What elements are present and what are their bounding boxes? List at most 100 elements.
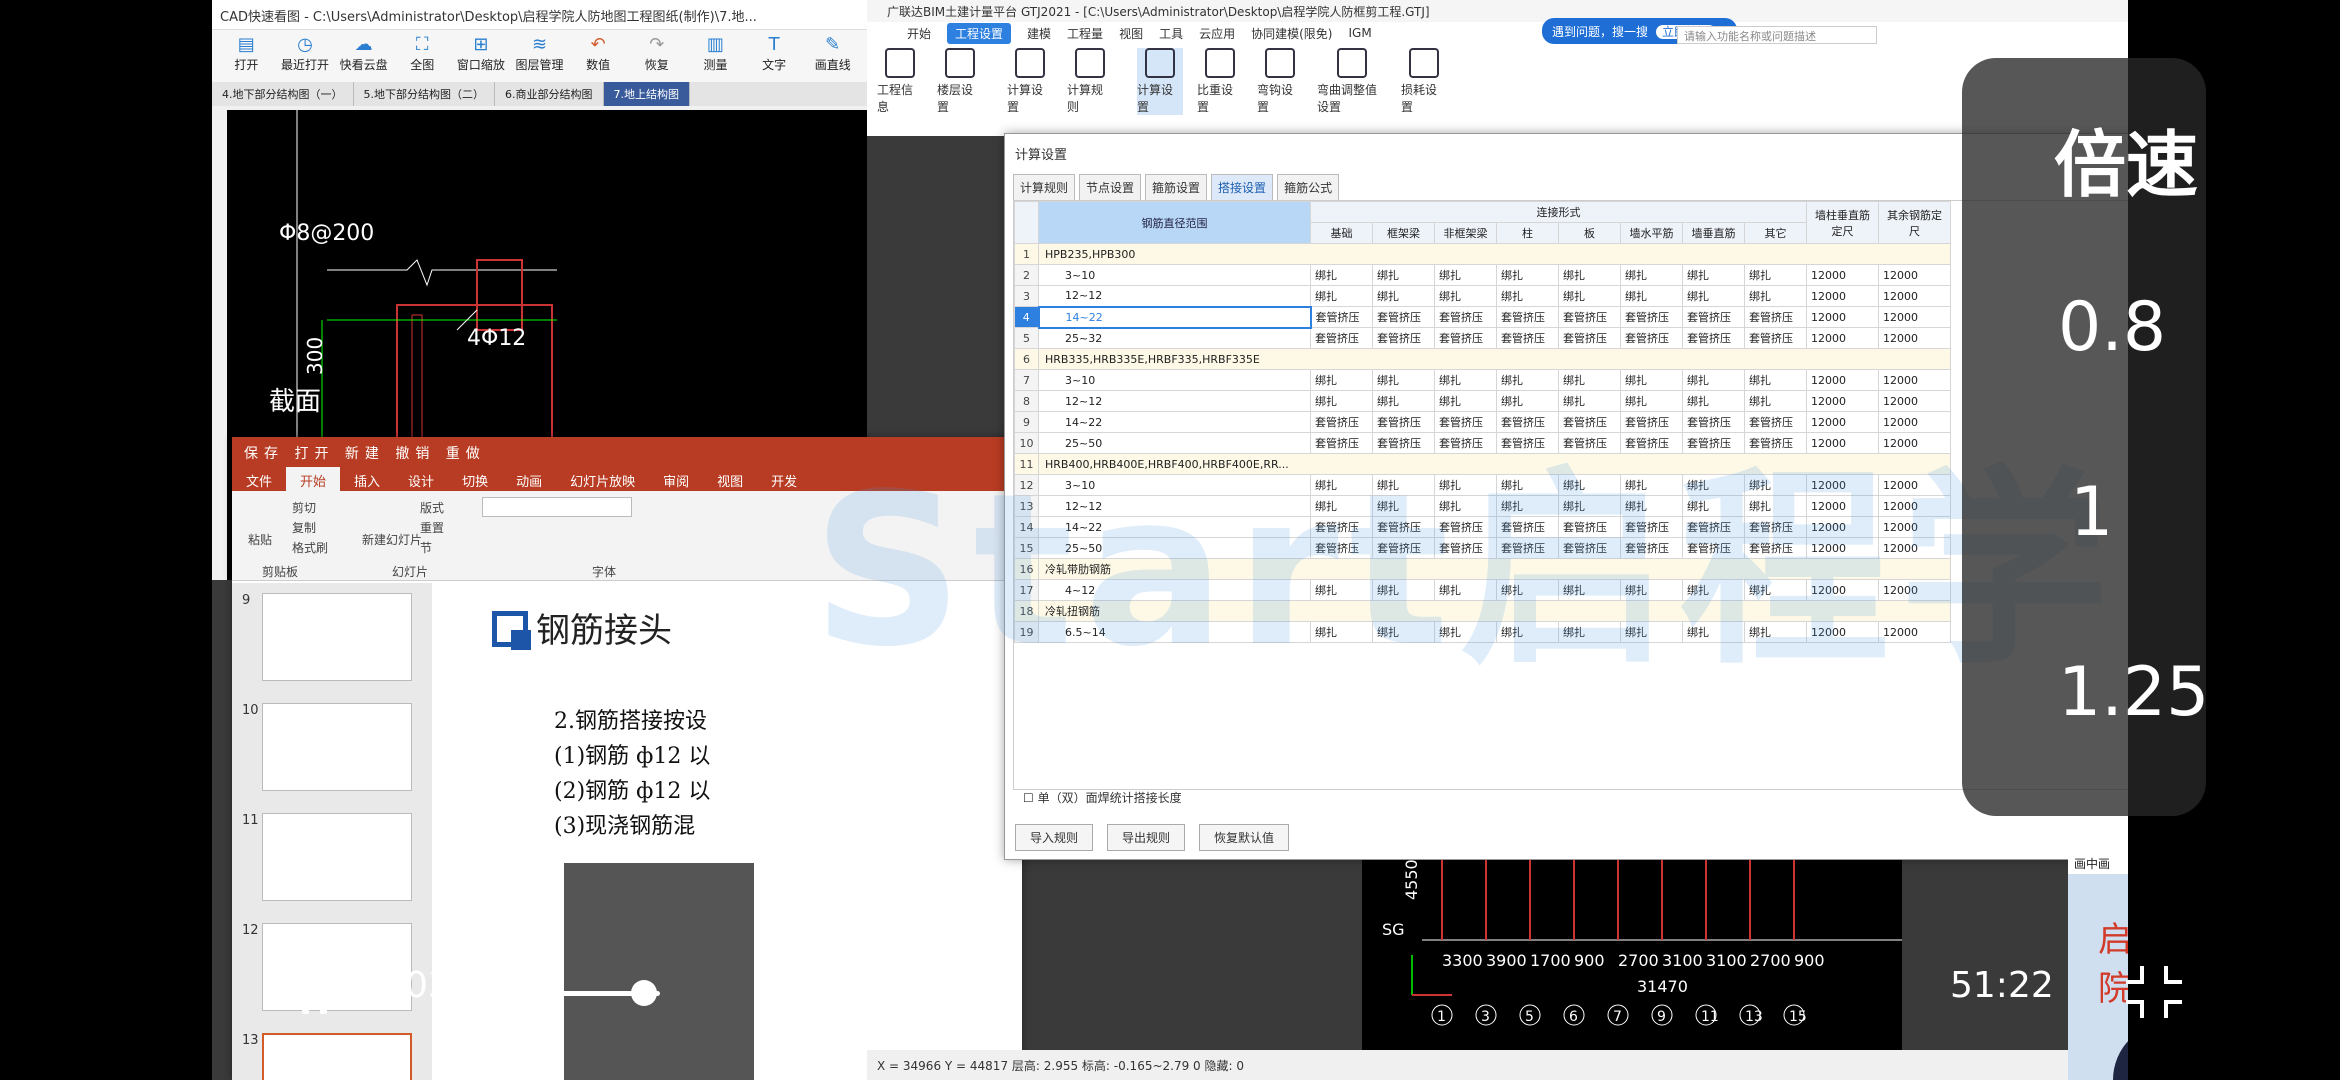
range-cell[interactable]: 3~10	[1038, 264, 1311, 286]
connection-cell[interactable]: 套管挤压	[1434, 411, 1497, 433]
length-cell[interactable]: 12000	[1806, 411, 1879, 433]
length-cell[interactable]: 12000	[1878, 390, 1951, 412]
length-cell[interactable]: 12000	[1806, 495, 1879, 517]
range-cell[interactable]: 12~12	[1038, 390, 1311, 412]
length-cell[interactable]: 12000	[1878, 306, 1951, 328]
bend-adjust-button[interactable]: 弯曲调整值设置	[1317, 48, 1387, 115]
menu-igm[interactable]: IGM	[1348, 26, 1371, 40]
connection-cell[interactable]: 套管挤压	[1310, 432, 1373, 454]
font-select[interactable]	[482, 497, 632, 517]
table-row[interactable]: 8 12~12 绑扎 绑扎 绑扎 绑扎 绑扎 绑扎 绑扎 绑扎 12000 12000	[1014, 390, 1951, 412]
connection-cell[interactable]: 绑扎	[1744, 474, 1807, 496]
table-group-row[interactable]: 16 冷轧带肋钢筋	[1014, 558, 1951, 580]
connection-cell[interactable]: 套管挤压	[1682, 537, 1745, 559]
export-button[interactable]: 导出规则	[1107, 824, 1186, 851]
hook-button[interactable]: 弯钩设置	[1257, 48, 1303, 115]
connection-cell[interactable]: 绑扎	[1744, 285, 1807, 307]
range-cell[interactable]: 25~32	[1038, 327, 1311, 349]
menu-collab[interactable]: 协同建模(限免)	[1251, 25, 1332, 42]
connection-cell[interactable]: 套管挤压	[1558, 306, 1621, 328]
connection-cell[interactable]: 套管挤压	[1496, 432, 1559, 454]
range-cell[interactable]: HRB335,HRB335E,HRBF335,HRBF335E	[1038, 348, 1951, 370]
calc-rules-button[interactable]: 计算规则	[1067, 48, 1113, 115]
section-button[interactable]: 节	[420, 539, 432, 556]
connection-cell[interactable]: 绑扎	[1620, 474, 1683, 496]
range-cell[interactable]: 12~12	[1038, 495, 1311, 517]
undo-button[interactable]: ↶ 数值	[572, 34, 625, 78]
search-input[interactable]: 请输入功能名称或问题描述	[1677, 26, 1877, 44]
connection-cell[interactable]: 绑扎	[1496, 390, 1559, 412]
table-row[interactable]: 4 14~22 套管挤压 套管挤压 套管挤压 套管挤压 套管挤压 套管挤压 套管挤压 套管挤压 12…	[1014, 305, 1951, 329]
connection-cell[interactable]: 绑扎	[1558, 390, 1621, 412]
range-cell[interactable]: 25~50	[1038, 432, 1311, 454]
connection-cell[interactable]: 绑扎	[1620, 579, 1683, 601]
range-cell[interactable]: 12~12	[1038, 285, 1311, 307]
connection-cell[interactable]: 套管挤压	[1620, 327, 1683, 349]
import-button[interactable]: 导入规则	[1015, 824, 1094, 851]
connection-cell[interactable]: 绑扎	[1558, 474, 1621, 496]
length-cell[interactable]: 12000	[1806, 390, 1879, 412]
connection-cell[interactable]: 绑扎	[1682, 474, 1745, 496]
tab-file[interactable]: 文件	[232, 467, 286, 491]
connection-cell[interactable]: 绑扎	[1372, 369, 1435, 391]
length-cell[interactable]: 12000	[1878, 516, 1951, 538]
length-cell[interactable]: 12000	[1806, 264, 1879, 286]
connection-cell[interactable]: 套管挤压	[1558, 411, 1621, 433]
text-button[interactable]: T 文字	[748, 34, 801, 78]
density-button[interactable]: 比重设置	[1197, 48, 1243, 115]
connection-cell[interactable]: 绑扎	[1558, 495, 1621, 517]
connection-cell[interactable]: 绑扎	[1310, 390, 1373, 412]
table-row[interactable]: 15 25~50 套管挤压 套管挤压 套管挤压 套管挤压 套管挤压 套管挤压 套管挤压 套管挤压 1…	[1014, 537, 1951, 559]
restore-default-button[interactable]: 恢复默认值	[1199, 824, 1290, 851]
copy-button[interactable]: 复制	[292, 519, 316, 536]
connection-cell[interactable]: 绑扎	[1434, 285, 1497, 307]
measure-button[interactable]: ▥ 测量	[689, 34, 742, 78]
connection-cell[interactable]: 套管挤压	[1372, 432, 1435, 454]
slide-canvas[interactable]: 钢筋接头 2.钢筋搭接按设 (1)钢筋 ф12 以 (2)钢筋 ф12 以 (3…	[464, 583, 1022, 1080]
connection-cell[interactable]: 套管挤压	[1434, 432, 1497, 454]
table-row[interactable]: 13 12~12 绑扎 绑扎 绑扎 绑扎 绑扎 绑扎 绑扎 绑扎 12000 12000	[1014, 495, 1951, 517]
range-cell[interactable]: 14~22	[1037, 305, 1312, 329]
connection-cell[interactable]: 套管挤压	[1496, 537, 1559, 559]
range-cell[interactable]: 4~12	[1038, 579, 1311, 601]
rebar-calc-settings-button[interactable]: 计算设置	[1137, 48, 1183, 115]
tab-dev[interactable]: 开发	[757, 467, 811, 491]
cad-tab[interactable]: 5.地下部分结构图（二）	[354, 82, 495, 106]
weld-checkbox[interactable]: ☐ 单（双）面焊统计搭接长度	[1023, 789, 1182, 806]
connection-cell[interactable]: 绑扎	[1310, 495, 1373, 517]
connection-cell[interactable]: 套管挤压	[1620, 411, 1683, 433]
pause-icon[interactable]	[300, 970, 330, 1014]
speed-option[interactable]: 0.8	[2058, 288, 2166, 367]
slide-thumb[interactable]	[262, 923, 412, 1011]
connection-cell[interactable]: 绑扎	[1434, 495, 1497, 517]
connection-cell[interactable]: 绑扎	[1310, 285, 1373, 307]
connection-cell[interactable]: 套管挤压	[1496, 516, 1559, 538]
connection-cell[interactable]: 绑扎	[1372, 495, 1435, 517]
connection-cell[interactable]: 绑扎	[1744, 495, 1807, 517]
tab-animation[interactable]: 动画	[502, 467, 556, 491]
connection-cell[interactable]: 绑扎	[1434, 621, 1497, 643]
connection-cell[interactable]: 绑扎	[1372, 390, 1435, 412]
connection-cell[interactable]: 绑扎	[1310, 579, 1373, 601]
connection-cell[interactable]: 绑扎	[1372, 264, 1435, 286]
length-cell[interactable]: 12000	[1878, 537, 1951, 559]
connection-cell[interactable]: 绑扎	[1682, 369, 1745, 391]
range-cell[interactable]: 3~10	[1038, 474, 1311, 496]
menu-model[interactable]: 建模	[1027, 25, 1051, 42]
connection-cell[interactable]: 绑扎	[1310, 264, 1373, 286]
connection-cell[interactable]: 套管挤压	[1620, 537, 1683, 559]
connection-cell[interactable]: 绑扎	[1434, 474, 1497, 496]
connection-cell[interactable]: 套管挤压	[1744, 327, 1807, 349]
connection-cell[interactable]: 绑扎	[1744, 390, 1807, 412]
length-cell[interactable]: 12000	[1806, 537, 1879, 559]
table-group-row[interactable]: 1 HPB235,HPB300	[1014, 243, 1951, 265]
tab-home[interactable]: 开始	[286, 467, 341, 491]
menu-view[interactable]: 视图	[1119, 25, 1143, 42]
recent-button[interactable]: ◷ 最近打开	[279, 34, 332, 78]
connection-cell[interactable]: 套管挤压	[1310, 306, 1373, 328]
cloud-button[interactable]: ☁ 快看云盘	[337, 34, 390, 78]
connection-cell[interactable]: 套管挤压	[1434, 537, 1497, 559]
range-cell[interactable]: HRB400,HRB400E,HRBF400,HRBF400E,RR...	[1038, 453, 1951, 475]
connection-cell[interactable]: 套管挤压	[1434, 516, 1497, 538]
connection-cell[interactable]: 绑扎	[1372, 579, 1435, 601]
